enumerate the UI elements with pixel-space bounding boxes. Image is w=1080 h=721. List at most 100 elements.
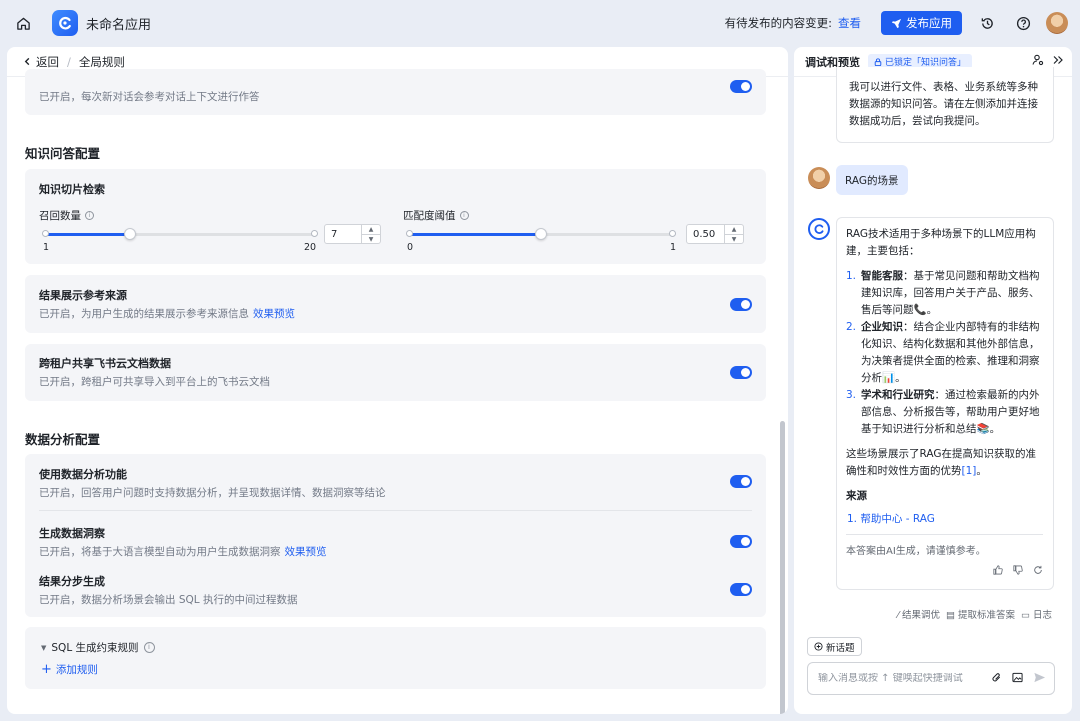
add-rule-button[interactable]: + 添加规则: [41, 662, 98, 677]
recall-slider-fill: [45, 233, 131, 236]
use-analysis-desc: 已开启，回答用户问题时支持数据分析，并呈现数据详情、数据洞察等结论: [39, 487, 386, 499]
threshold-slider-start: [406, 230, 413, 237]
stepwise-toggle[interactable]: [730, 583, 752, 596]
attachment-icon[interactable]: [991, 672, 1002, 686]
chat-input-actions: [991, 671, 1046, 687]
extract-answer-button[interactable]: ▤ 提取标准答案: [946, 607, 1015, 621]
card-divider: [39, 510, 752, 511]
threshold-slider-fill: [409, 233, 541, 236]
threshold-slider[interactable]: [406, 228, 676, 240]
sql-rules-title: SQL 生成约束规则: [51, 642, 139, 654]
source-item[interactable]: 1. 帮助中心 - RAG: [846, 511, 1043, 528]
chat-input[interactable]: [818, 673, 978, 684]
decrement-icon[interactable]: ▼: [362, 234, 380, 244]
insight-desc: 已开启，将基于大语言模型自动为用户生成数据洞察 效果预览: [39, 544, 327, 559]
recall-slider-handle[interactable]: [124, 228, 137, 240]
rules-panel: 返回 / 全局规则 已开启，每次新对话会参考对话上下文进行作答 知识问答配置 知…: [7, 47, 788, 714]
recall-min: 1: [43, 242, 50, 253]
stepwise-desc: 已开启，数据分析场景会输出 SQL 执行的中间过程数据: [39, 594, 298, 606]
thumbs-up-icon[interactable]: [993, 564, 1003, 581]
recall-number-input[interactable]: 7 ▲ ▼: [324, 224, 381, 244]
intro-message: 我可以进行文件、表格、业务系统等多种数据源的知识问答。请在左侧添加并连接数据成功…: [836, 67, 1054, 143]
plus-icon: +: [41, 662, 52, 677]
bot-avatar: [808, 218, 830, 240]
show-source-desc: 已开启，为用户生成的结果展示参考来源信息 效果预览: [39, 306, 295, 321]
context-toggle[interactable]: [730, 80, 752, 93]
plus-circle-icon: [814, 642, 823, 651]
answer-list: 1. 智能客服：基于常见问题和帮助文档构建知识库，回答用户关于产品、服务、售后等问…: [846, 268, 1043, 438]
answer-summary: 这些场景展示了RAG在提高知识获取的准确性和时效性方面的优势[1]。: [846, 448, 1037, 477]
recall-label: 召回数量 i: [39, 208, 94, 223]
cross-tenant-card: 跨租户共享飞书云文档数据 已开启，跨租户可共享导入到平台上的飞书云文档: [25, 344, 766, 401]
increment-icon[interactable]: ▲: [362, 225, 380, 234]
recall-slider-end: [311, 230, 318, 237]
send-icon[interactable]: [1033, 671, 1046, 687]
data-analysis-card: 使用数据分析功能 已开启，回答用户问题时支持数据分析，并呈现数据详情、数据洞察等…: [25, 454, 766, 617]
view-changes-link[interactable]: 查看: [838, 15, 861, 31]
recall-label-text: 召回数量: [39, 210, 81, 222]
recall-slider[interactable]: [42, 228, 318, 240]
show-source-title: 结果展示参考来源: [39, 289, 127, 302]
kqa-section-title: 知识问答配置: [25, 146, 101, 161]
publish-app-button[interactable]: 发布应用: [881, 11, 962, 35]
threshold-number-input[interactable]: 0.50 ▲ ▼: [686, 224, 744, 244]
pending-changes-text: 有待发布的内容变更:: [724, 16, 832, 30]
recall-value: 7: [331, 228, 338, 240]
rules-scrollbar[interactable]: [780, 421, 785, 714]
app-logo-icon: [52, 10, 78, 36]
bot-logo-icon: [814, 224, 824, 234]
threshold-slider-handle[interactable]: [535, 228, 547, 240]
answer-message: RAG技术适用于多种场景下的LLM应用构建，主要包括： 1. 智能客服：基于常见问…: [836, 217, 1054, 590]
chevron-left-icon: [24, 57, 30, 66]
insight-toggle[interactable]: [730, 535, 752, 548]
sql-rules-header[interactable]: ▼ SQL 生成约束规则 i: [41, 640, 155, 655]
context-desc: 已开启，每次新对话会参考对话上下文进行作答: [39, 91, 260, 103]
debug-preview-panel: 调试和预览 已锁定「知识问答」 我可以进行文件、表格、业务系统等多种数据源的知识…: [794, 47, 1072, 714]
tune-result-button[interactable]: ⁄ 结果调优: [897, 607, 940, 621]
show-source-toggle[interactable]: [730, 298, 752, 311]
retrieval-title: 知识切片检索: [39, 183, 105, 196]
insight-title: 生成数据洞察: [39, 527, 105, 540]
use-analysis-toggle[interactable]: [730, 475, 752, 488]
sources-title: 来源: [846, 490, 867, 502]
da-section-title: 数据分析配置: [25, 432, 101, 447]
add-rule-label: 添加规则: [55, 664, 98, 676]
recall-slider-start: [42, 230, 49, 237]
answer-item: 3. 学术和行业研究：通过检索最新的内外部信息、分析报告等，帮助用户更好地基于知识…: [846, 389, 1040, 435]
info-icon: i: [143, 642, 155, 653]
info-icon: i: [459, 211, 469, 220]
answer-tools: ⁄ 结果调优 ▤ 提取标准答案 ▭ 日志: [897, 607, 1052, 621]
info-icon: i: [85, 211, 94, 220]
cross-tenant-title: 跨租户共享飞书云文档数据: [39, 357, 171, 370]
regenerate-icon[interactable]: [1033, 564, 1043, 581]
decrement-icon[interactable]: ▼: [725, 234, 743, 244]
log-button[interactable]: ▭ 日志: [1021, 607, 1052, 621]
stepwise-title: 结果分步生成: [39, 575, 105, 588]
user-chat-avatar: [808, 167, 830, 189]
user-avatar[interactable]: [1046, 12, 1068, 34]
answer-intro: RAG技术适用于多种场景下的LLM应用构建，主要包括：: [846, 228, 1036, 257]
user-message: RAG的场景: [836, 165, 908, 195]
help-icon[interactable]: [1012, 12, 1034, 34]
threshold-max: 1: [670, 242, 677, 253]
cross-tenant-toggle[interactable]: [730, 366, 752, 379]
thumbs-down-icon[interactable]: [1013, 564, 1023, 581]
image-icon[interactable]: [1012, 672, 1023, 686]
answer-item: 2. 企业知识：结合企业内部特有的非结构化知识、结构化数据和其他外部信息，为决策者…: [846, 321, 1040, 384]
back-button[interactable]: 返回: [23, 54, 59, 70]
page-title: 全局规则: [78, 54, 125, 69]
publish-label: 发布应用: [906, 16, 952, 30]
home-icon[interactable]: [12, 12, 34, 34]
show-source-preview-link[interactable]: 效果预览: [253, 308, 295, 320]
chat-input-box: [807, 662, 1055, 695]
citation-link[interactable]: [1]: [962, 465, 977, 477]
threshold-slider-end: [669, 230, 676, 237]
increment-icon[interactable]: ▲: [725, 225, 743, 234]
history-icon[interactable]: [976, 12, 998, 34]
back-label: 返回: [36, 54, 59, 69]
insight-preview-link[interactable]: 效果预览: [285, 546, 327, 558]
threshold-stepper: ▲ ▼: [724, 225, 743, 243]
breadcrumb-separator: /: [67, 54, 71, 69]
new-topic-button[interactable]: 新话题: [807, 637, 862, 656]
lock-icon: [874, 57, 882, 66]
